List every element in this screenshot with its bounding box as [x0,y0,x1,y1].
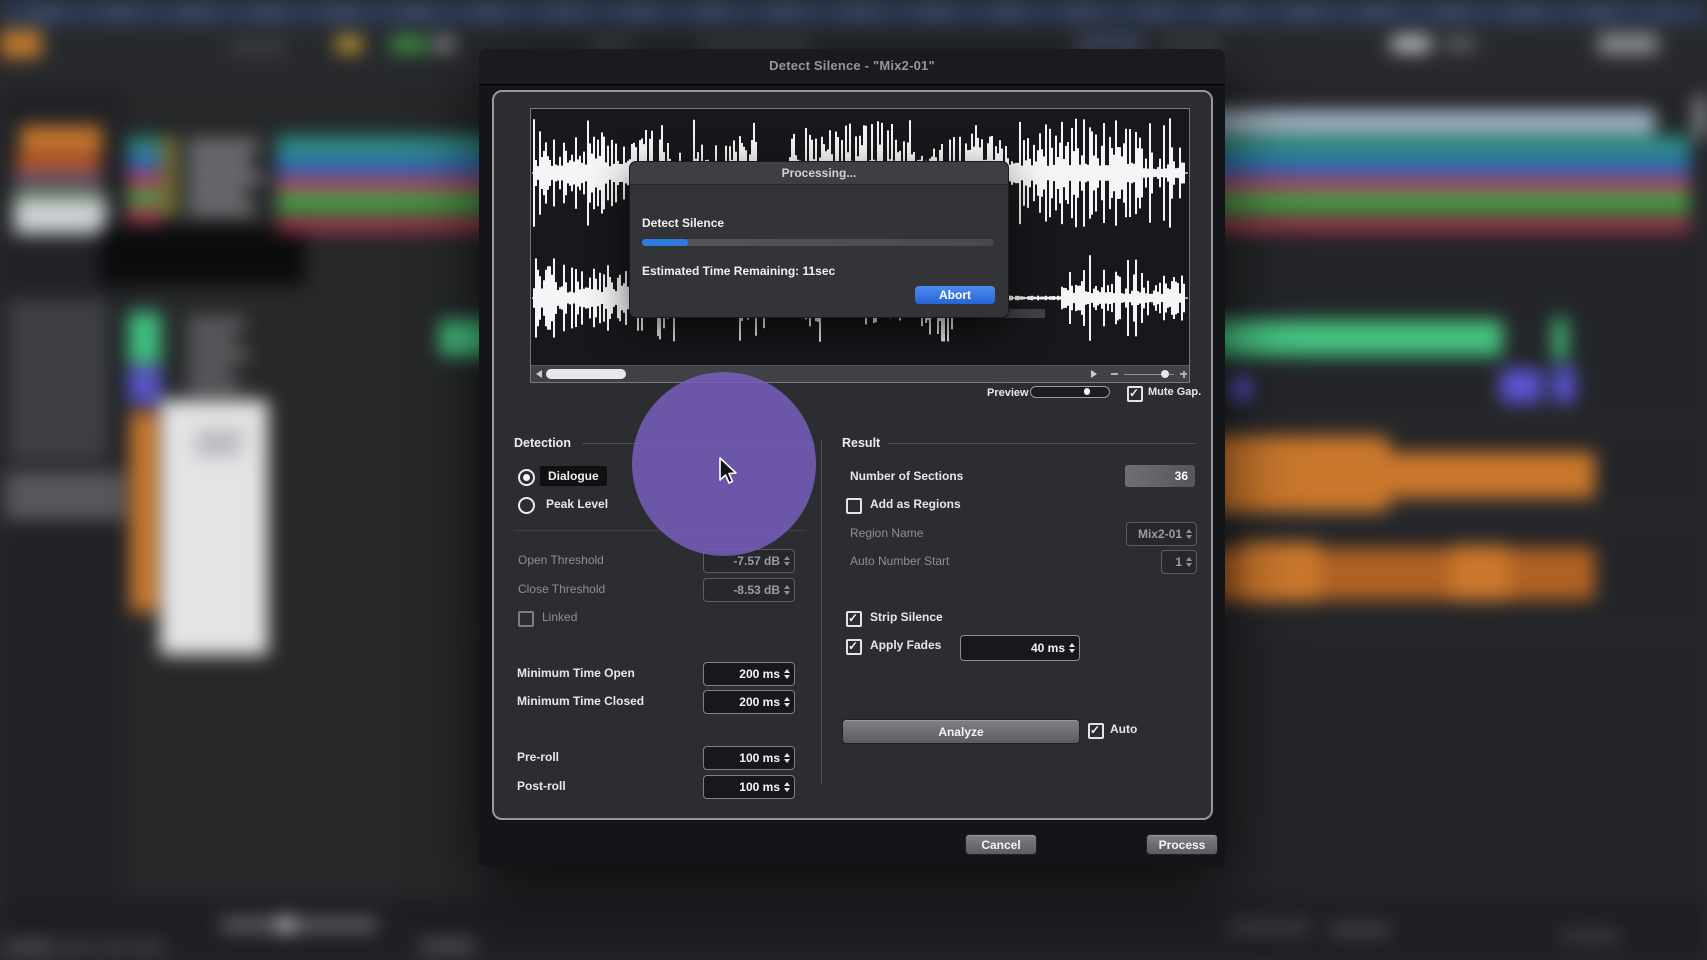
analyze-button[interactable]: Analyze [842,719,1080,744]
linked-checkbox[interactable] [518,611,534,627]
strip-silence-checkbox[interactable] [846,611,862,627]
mute-gap-checkbox[interactable] [1127,386,1143,402]
region-name-field[interactable]: Mix2-01 [1126,522,1197,546]
scroll-right-arrow-icon[interactable] [1091,370,1097,378]
auto-number-start-field[interactable]: 1 [1161,550,1197,574]
progress-bar [642,239,994,246]
strip-silence-label[interactable]: Strip Silence [870,610,943,624]
preview-slider[interactable] [1030,386,1110,398]
window-title: Detect Silence - "Mix2-01" [479,58,1225,73]
preview-label: Preview [987,387,1029,399]
number-of-sections-value: 36 [1125,465,1195,487]
column-divider [821,440,822,785]
scroll-left-arrow-icon[interactable] [536,370,542,378]
min-time-closed-label: Minimum Time Closed [517,694,644,708]
pre-roll-field[interactable]: 100 ms [703,746,795,770]
add-as-regions-checkbox[interactable] [846,498,862,514]
min-time-closed-field[interactable]: 200 ms [703,690,795,714]
waveform-scrollbar[interactable] [531,365,1189,382]
stepper-arrows-icon[interactable] [1186,557,1196,568]
peak-level-radio-label[interactable]: Peak Level [546,497,608,511]
abort-button[interactable]: Abort [915,286,995,304]
processing-titlebar: Processing... [630,162,1008,185]
stepper-arrows-icon[interactable] [1069,643,1079,654]
zoom-slider-handle[interactable] [1161,370,1169,378]
apply-fades-duration-field[interactable]: 40 ms [960,635,1080,661]
region-name-label: Region Name [850,526,923,540]
number-of-sections-label: Number of Sections [850,469,963,483]
dialogue-radio[interactable] [518,469,535,486]
processing-task-label: Detect Silence [642,216,724,230]
processing-dialog: Processing... Detect Silence Estimated T… [629,161,1009,318]
mouse-cursor-icon [716,456,740,486]
pre-roll-label: Pre-roll [517,750,559,764]
apply-fades-label[interactable]: Apply Fades [870,638,941,652]
eta-text: Estimated Time Remaining: 11sec [642,264,835,278]
auto-label[interactable]: Auto [1110,722,1137,736]
stepper-arrows-icon[interactable] [784,697,794,708]
cancel-button[interactable]: Cancel [965,834,1037,855]
stepper-arrows-icon[interactable] [784,753,794,764]
detection-header: Detection [514,436,571,450]
peak-level-radio[interactable] [518,497,535,514]
mute-gap-label: Mute Gap. [1148,386,1201,398]
result-header: Result [842,436,880,450]
close-threshold-field[interactable]: -8.53 dB [703,578,795,602]
zoom-out-icon[interactable] [1111,373,1118,375]
min-time-open-field[interactable]: 200 ms [703,662,795,686]
auto-checkbox[interactable] [1088,723,1104,739]
open-threshold-label: Open Threshold [518,553,604,567]
process-button[interactable]: Process [1146,834,1218,855]
stepper-arrows-icon[interactable] [784,585,794,596]
stepper-arrows-icon[interactable] [784,669,794,680]
processing-title: Processing... [630,166,1008,180]
stepper-arrows-icon[interactable] [1186,529,1196,540]
auto-number-start-label: Auto Number Start [850,554,949,568]
post-roll-label: Post-roll [517,779,566,793]
window-titlebar: Detect Silence - "Mix2-01" [479,49,1225,85]
linked-label[interactable]: Linked [542,610,577,624]
preview-slider-handle[interactable] [1084,388,1091,395]
dialogue-radio-label[interactable]: Dialogue [540,466,607,486]
stepper-arrows-icon[interactable] [784,556,794,567]
close-threshold-label: Close Threshold [518,582,605,596]
screen: { "window": { "title": "Detect Silence -… [0,0,1707,960]
min-time-open-label: Minimum Time Open [517,666,635,680]
apply-fades-checkbox[interactable] [846,639,862,655]
post-roll-field[interactable]: 100 ms [703,775,795,799]
add-as-regions-label[interactable]: Add as Regions [870,497,961,511]
stepper-arrows-icon[interactable] [784,782,794,793]
progress-bar-fill [642,239,688,246]
scrollbar-thumb[interactable] [546,369,626,379]
